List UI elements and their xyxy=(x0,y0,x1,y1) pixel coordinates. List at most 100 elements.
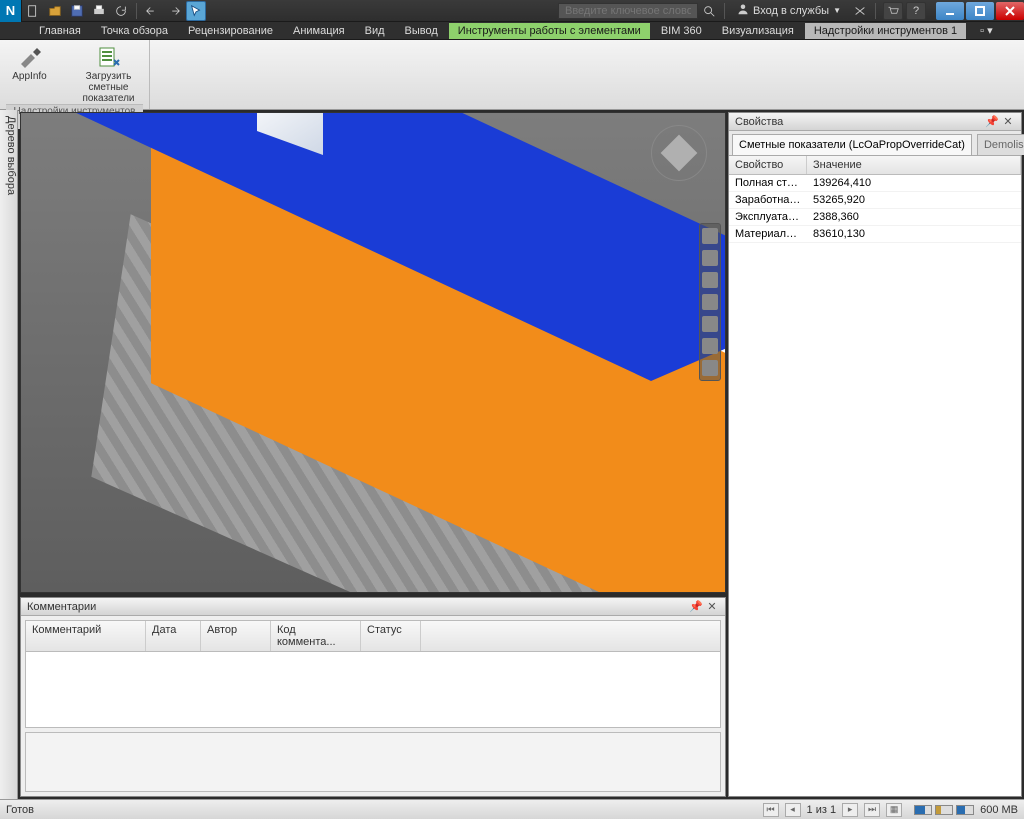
open-icon[interactable] xyxy=(45,1,65,21)
properties-col-value: Значение xyxy=(807,156,1021,174)
nav-pan-icon[interactable] xyxy=(702,250,718,266)
navigation-bar xyxy=(699,223,721,381)
sheet-next-icon[interactable]: ▸ xyxy=(842,803,858,817)
status-memory: 600 MB xyxy=(980,804,1018,816)
select-icon[interactable] xyxy=(186,1,206,21)
disk-icon[interactable] xyxy=(914,805,932,815)
workspace: Дерево выбора Комментарии xyxy=(0,110,1024,799)
center-column: Комментарии 📌 ✕ КомментарийДатаАвторКод … xyxy=(18,110,728,799)
help-icon[interactable]: ? xyxy=(906,2,926,20)
pin-icon[interactable]: 📌 xyxy=(985,115,999,129)
3d-viewport[interactable] xyxy=(20,112,726,593)
property-key: Материалы (Mat... xyxy=(729,226,807,242)
property-value: 2388,360 xyxy=(807,209,1021,225)
tab-5[interactable]: Вывод xyxy=(396,23,447,39)
ribbon-tabs: ГлавнаяТочка обзораРецензированиеАнимаци… xyxy=(0,22,1024,40)
comments-panel: Комментарии 📌 ✕ КомментарийДатаАвторКод … xyxy=(20,597,726,797)
sheet-icon xyxy=(95,45,123,69)
search-icon[interactable] xyxy=(699,1,719,21)
property-value: 83610,130 xyxy=(807,226,1021,242)
status-page: 1 из 1 xyxy=(807,804,837,816)
refresh-icon[interactable] xyxy=(111,1,131,21)
tab-3[interactable]: Анимация xyxy=(284,23,354,39)
property-row[interactable]: Полная стоимо...139264,410 xyxy=(729,175,1021,192)
sheet-prev-icon[interactable]: ◂ xyxy=(785,803,801,817)
comments-col-4[interactable]: Статус xyxy=(361,621,421,651)
cart-icon[interactable] xyxy=(883,2,903,20)
redo-icon[interactable] xyxy=(164,1,184,21)
appinfo-button[interactable]: AppInfo xyxy=(0,42,60,104)
comments-columns: КомментарийДатаАвторКод коммента...Стату… xyxy=(26,621,720,652)
appinfo-label: AppInfo xyxy=(12,71,46,82)
tab-2[interactable]: Рецензирование xyxy=(179,23,282,39)
status-ready: Готов xyxy=(6,804,34,816)
load-estimates-button[interactable]: Загрузить сметные показатели xyxy=(68,42,150,104)
window-close-button[interactable] xyxy=(996,2,1024,20)
comments-col-3[interactable]: Код коммента... xyxy=(271,621,361,651)
tab-1[interactable]: Точка обзора xyxy=(92,23,177,39)
property-key: Заработная пла... xyxy=(729,192,807,208)
comments-empty-area xyxy=(26,652,720,727)
property-row[interactable]: Эксплуатация м...2388,360 xyxy=(729,209,1021,226)
nav-steering-icon[interactable] xyxy=(702,228,718,244)
nav-orbit-icon[interactable] xyxy=(702,294,718,310)
properties-col-key: Свойство xyxy=(729,156,807,174)
search-input[interactable] xyxy=(558,3,698,19)
comments-col-1[interactable]: Дата xyxy=(146,621,201,651)
user-icon xyxy=(737,3,749,18)
comments-detail-area xyxy=(25,732,721,792)
exchange-icon[interactable] xyxy=(850,1,870,21)
app-icon[interactable]: N xyxy=(0,0,22,22)
property-value: 139264,410 xyxy=(807,175,1021,191)
tab-9[interactable]: Надстройки инструментов 1 xyxy=(805,23,966,39)
nav-look-icon[interactable] xyxy=(702,316,718,332)
memory-icon[interactable] xyxy=(956,805,974,815)
server-icon[interactable] xyxy=(935,805,953,815)
comments-grid: КомментарийДатаАвторКод коммента...Стату… xyxy=(25,620,721,728)
tab-6[interactable]: Инструменты работы с элементами xyxy=(449,23,650,39)
property-key: Полная стоимо... xyxy=(729,175,807,191)
ribbon-group-addins: AppInfo Загрузить сметные показатели Над… xyxy=(0,40,150,109)
tab-overflow-icon[interactable]: ▫ ▾ xyxy=(976,22,996,39)
login-label: Вход в службы xyxy=(753,5,829,17)
nav-zoom-icon[interactable] xyxy=(702,272,718,288)
properties-grid-header: Свойство Значение xyxy=(729,156,1021,175)
print-icon[interactable] xyxy=(89,1,109,21)
chevron-down-icon: ▼ xyxy=(833,6,841,15)
pin-icon[interactable]: 📌 xyxy=(689,600,703,614)
nav-select-icon[interactable] xyxy=(702,360,718,376)
sheet-last-icon[interactable]: ⏭ xyxy=(864,803,880,817)
properties-tab-active[interactable]: Сметные показатели (LcOaPropOverrideCat) xyxy=(732,134,972,155)
tab-7[interactable]: BIM 360 xyxy=(652,23,711,39)
property-row[interactable]: Материалы (Mat...83610,130 xyxy=(729,226,1021,243)
new-icon[interactable] xyxy=(23,1,43,21)
tab-8[interactable]: Визуализация xyxy=(713,23,803,39)
login-button[interactable]: Вход в службы ▼ xyxy=(737,3,841,18)
comments-col-0[interactable]: Комментарий xyxy=(26,621,146,651)
view-cube[interactable] xyxy=(651,125,707,181)
property-value: 53265,920 xyxy=(807,192,1021,208)
tab-4[interactable]: Вид xyxy=(356,23,394,39)
sheet-first-icon[interactable]: ⏮ xyxy=(763,803,779,817)
ribbon-panel: AppInfo Загрузить сметные показатели Над… xyxy=(0,40,1024,110)
comments-panel-title: Комментарии xyxy=(27,601,687,613)
save-icon[interactable] xyxy=(67,1,87,21)
close-icon[interactable]: ✕ xyxy=(705,600,719,614)
nav-walk-icon[interactable] xyxy=(702,338,718,354)
memory-indicators xyxy=(914,805,974,815)
property-row[interactable]: Заработная пла...53265,920 xyxy=(729,192,1021,209)
close-icon[interactable]: ✕ xyxy=(1001,115,1015,129)
tab-0[interactable]: Главная xyxy=(30,23,90,39)
properties-tabs: Сметные показатели (LcOaPropOverrideCat)… xyxy=(729,131,1021,156)
properties-tab-next[interactable]: DemolishedPhase xyxy=(977,134,1024,155)
properties-panel-header: Свойства 📌 ✕ xyxy=(729,113,1021,131)
load-estimates-label: Загрузить сметные показатели xyxy=(68,71,150,104)
comments-col-2[interactable]: Автор xyxy=(201,621,271,651)
undo-icon[interactable] xyxy=(142,1,162,21)
properties-grid: Полная стоимо...139264,410Заработная пла… xyxy=(729,175,1021,243)
selection-tree-tab[interactable]: Дерево выбора xyxy=(0,110,18,799)
property-key: Эксплуатация м... xyxy=(729,209,807,225)
window-maximize-button[interactable] xyxy=(966,2,994,20)
window-minimize-button[interactable] xyxy=(936,2,964,20)
sheet-browser-icon[interactable]: ▦ xyxy=(886,803,902,817)
